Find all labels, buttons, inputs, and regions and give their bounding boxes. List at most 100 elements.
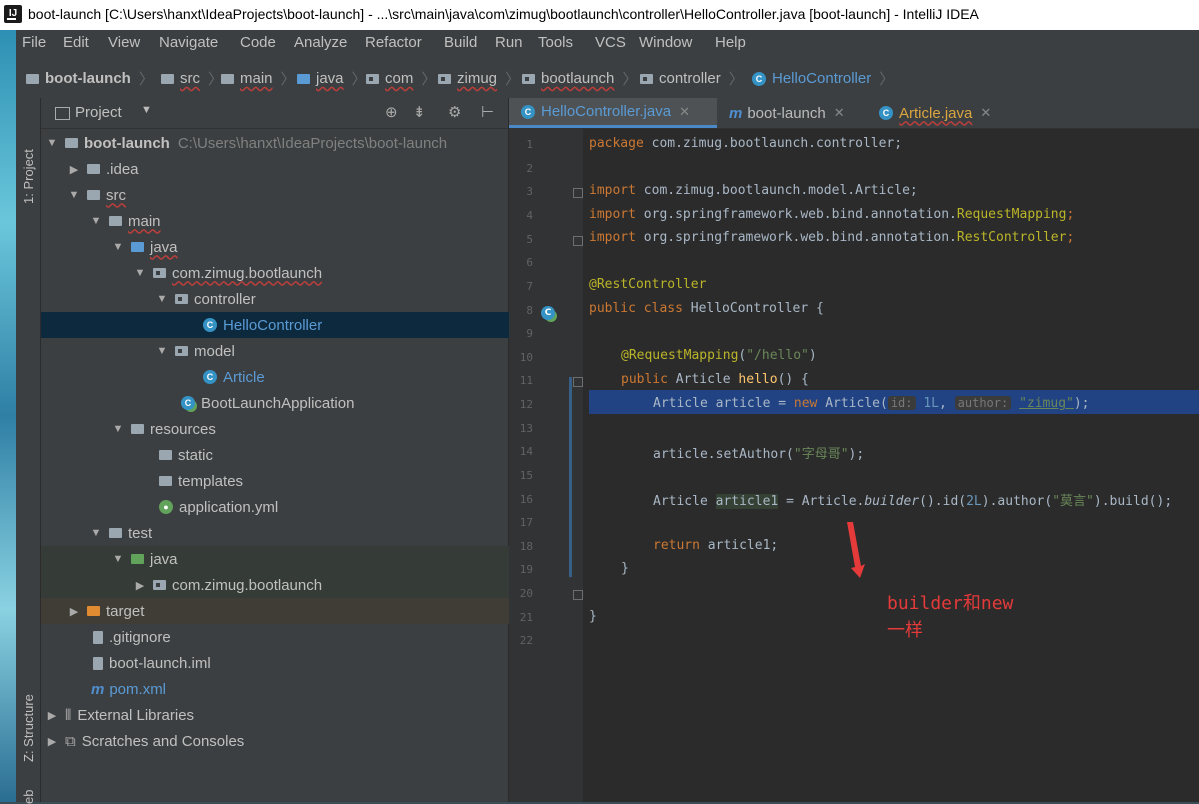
breadcrumb-label: controller: [659, 70, 721, 87]
tree-item-label: resources: [150, 420, 216, 438]
code-line-16[interactable]: Article article1 = Article.builder().id(…: [653, 490, 1172, 509]
breadcrumb-label: src: [180, 70, 200, 87]
code-line-21[interactable]: }: [589, 609, 597, 624]
code-line-8[interactable]: public class HelloController {: [589, 301, 824, 316]
tree-item-label: .idea: [106, 160, 139, 178]
structure-tool-button[interactable]: Z: Structure: [21, 664, 36, 762]
menu-navigate[interactable]: Navigate: [159, 34, 218, 51]
close-icon[interactable]: ✕: [679, 104, 690, 120]
spring-bean-gutter-icon[interactable]: C: [541, 306, 555, 320]
fold-marker-icon[interactable]: [573, 236, 583, 246]
tree-item-src[interactable]: ▼ src: [41, 182, 534, 208]
expand-arrow-icon[interactable]: ▼: [111, 553, 125, 565]
code-line-14[interactable]: article.setAuthor("字母哥");: [653, 443, 864, 462]
expand-arrow-icon[interactable]: ▼: [111, 423, 125, 435]
code-line-11[interactable]: public Article hello() {: [621, 372, 809, 387]
expand-arrow-icon[interactable]: ▼: [111, 241, 125, 253]
code-line-4[interactable]: import org.springframework.web.bind.anno…: [589, 207, 1074, 222]
project-view-selector[interactable]: Project: [75, 104, 122, 121]
code-line-12[interactable]: Article article = new Article(id: 1L, au…: [653, 396, 1090, 411]
breadcrumb-src[interactable]: src 〉: [161, 68, 223, 89]
expand-arrow-icon[interactable]: ▼: [45, 137, 59, 149]
tree-item-resources[interactable]: ▼ resources: [41, 416, 578, 442]
tree-item-external-libraries[interactable]: ▶ ⫴ External Libraries: [41, 702, 512, 728]
code-line-18[interactable]: return article1;: [653, 538, 778, 553]
code-line-19[interactable]: }: [621, 561, 629, 576]
gear-icon[interactable]: ⚙: [448, 103, 461, 121]
tree-item-label: test: [128, 524, 153, 542]
expand-arrow-icon[interactable]: ▼: [155, 293, 169, 305]
menu-help[interactable]: Help: [715, 34, 746, 51]
tree-item-test[interactable]: ▼ test: [41, 520, 556, 546]
breadcrumb-controller[interactable]: controller 〉: [640, 68, 744, 89]
breadcrumb-com[interactable]: com 〉: [366, 68, 436, 89]
menu-refactor[interactable]: Refactor: [365, 34, 422, 51]
tree-item-scratches[interactable]: ▶ ⧉ Scratches and Consoles: [41, 728, 512, 754]
breadcrumb-bootlaunch[interactable]: bootlaunch 〉: [522, 68, 637, 89]
tree-item-gitignore[interactable]: .gitignore: [41, 624, 560, 650]
close-icon[interactable]: ✕: [980, 105, 991, 121]
collapsed-arrow-icon[interactable]: ▶: [67, 163, 81, 176]
breadcrumb-boot-launch[interactable]: boot-launch 〉: [26, 68, 154, 89]
code-line-1[interactable]: package com.zimug.bootlaunch.controller;: [589, 136, 902, 151]
collapsed-arrow-icon[interactable]: ▶: [45, 709, 59, 722]
fold-marker-icon[interactable]: [573, 590, 583, 600]
folder-icon: [159, 450, 172, 460]
menu-vcs[interactable]: VCS: [595, 34, 626, 51]
tab-label: boot-launch: [747, 104, 826, 122]
tree-item-label: External Libraries: [77, 706, 195, 724]
code-line-10[interactable]: @RequestMapping("/hello"): [621, 348, 817, 363]
menu-window[interactable]: Window: [639, 34, 692, 51]
web-tool-button[interactable]: eb: [21, 784, 36, 804]
breadcrumb-zimug[interactable]: zimug 〉: [438, 68, 520, 89]
menu-analyze[interactable]: Analyze: [294, 34, 347, 51]
menu-file[interactable]: File: [22, 34, 46, 51]
tree-item-target[interactable]: ▶ target: [41, 598, 534, 624]
line-number: 13: [519, 422, 533, 435]
collapsed-arrow-icon[interactable]: ▶: [67, 605, 81, 618]
expand-arrow-icon[interactable]: ▼: [155, 345, 169, 357]
fold-marker-icon[interactable]: [573, 188, 583, 198]
project-tool-button[interactable]: 1: Project: [21, 112, 36, 204]
menu-code[interactable]: Code: [240, 34, 276, 51]
breadcrumb-hellocontroller[interactable]: C HelloController 〉: [752, 68, 894, 89]
expand-arrow-icon[interactable]: ▼: [67, 189, 81, 201]
code-text: article.setAuthor(: [653, 447, 794, 462]
tree-item-test-java[interactable]: ▼ java: [41, 546, 578, 572]
menu-view[interactable]: View: [108, 34, 140, 51]
code-text: Article: [653, 494, 716, 509]
hide-panel-icon[interactable]: ⊢: [481, 103, 494, 121]
keyword: return: [653, 538, 700, 553]
menu-tools[interactable]: Tools: [538, 34, 573, 51]
chevron-down-icon[interactable]: ▼: [141, 104, 152, 116]
collapsed-arrow-icon[interactable]: ▶: [133, 579, 147, 592]
tree-item-idea[interactable]: ▶ .idea: [41, 156, 534, 182]
tree-item-iml[interactable]: boot-launch.iml: [41, 650, 560, 676]
locate-file-icon[interactable]: ⊕: [385, 103, 398, 121]
close-icon[interactable]: ✕: [834, 105, 845, 121]
tab-boot-launch-pom[interactable]: m boot-launch ✕: [719, 98, 877, 128]
code-text: ): [808, 348, 817, 363]
collapse-all-icon[interactable]: ⇟: [413, 103, 426, 121]
expand-arrow-icon[interactable]: ▼: [89, 215, 103, 227]
string-literal: "字母哥": [793, 447, 849, 462]
collapsed-arrow-icon[interactable]: ▶: [45, 735, 59, 748]
menu-run[interactable]: Run: [495, 34, 523, 51]
tab-article[interactable]: C Article.java ✕: [869, 98, 1019, 128]
annotation: @RestController: [589, 277, 707, 292]
breadcrumb-java[interactable]: java 〉: [297, 68, 367, 89]
code-line-3[interactable]: import com.zimug.bootlaunch.model.Articl…: [589, 183, 918, 198]
code-line-5[interactable]: import org.springframework.web.bind.anno…: [589, 230, 1074, 245]
tree-item-java[interactable]: ▼ java: [41, 234, 578, 260]
tab-hellocontroller[interactable]: C HelloController.java ✕: [509, 98, 717, 128]
fold-marker-icon[interactable]: [573, 377, 583, 387]
menu-edit[interactable]: Edit: [63, 34, 89, 51]
menu-build[interactable]: Build: [444, 34, 477, 51]
code-line-7[interactable]: @RestController: [589, 277, 706, 292]
tree-item-pom[interactable]: m pom.xml: [41, 676, 558, 702]
tree-item-boot-launch[interactable]: ▼ boot-launch C:\Users\hanxt\IdeaProject…: [41, 130, 512, 156]
tree-item-main[interactable]: ▼ main: [41, 208, 556, 234]
expand-arrow-icon[interactable]: ▼: [133, 267, 147, 279]
expand-arrow-icon[interactable]: ▼: [89, 527, 103, 539]
breadcrumb-main[interactable]: main 〉: [221, 68, 296, 89]
